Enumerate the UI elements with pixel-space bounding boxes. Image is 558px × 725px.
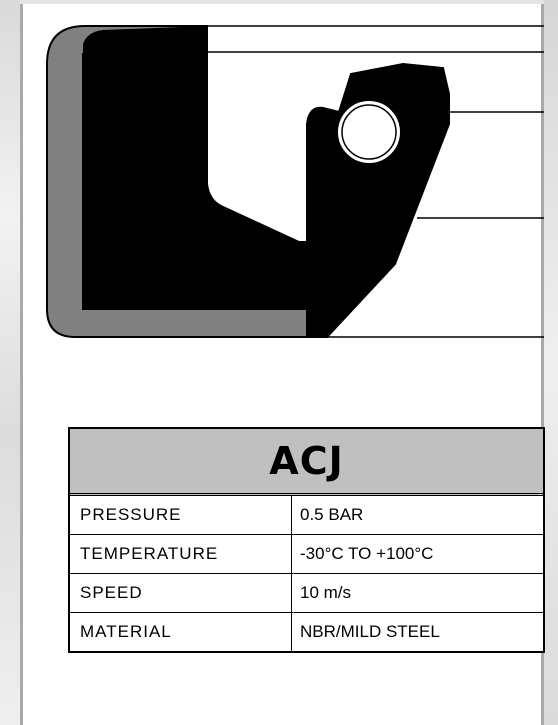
spec-value: NBR/MILD STEEL bbox=[300, 622, 440, 641]
spec-value: 0.5 BAR bbox=[300, 505, 364, 524]
product-panel: ACJ PRESSURE 0.5 BAR TEMPERATURE -30°C T… bbox=[20, 4, 545, 725]
seal-cross-section-diagram bbox=[46, 25, 544, 338]
spec-label: PRESSURE bbox=[70, 496, 292, 534]
spec-row-temperature: TEMPERATURE -30°C TO +100°C bbox=[70, 535, 543, 574]
spec-table: ACJ PRESSURE 0.5 BAR TEMPERATURE -30°C T… bbox=[68, 427, 545, 653]
product-code-header: ACJ bbox=[70, 429, 543, 496]
background-right-strip bbox=[544, 0, 558, 725]
spec-row-pressure: PRESSURE 0.5 BAR bbox=[70, 496, 543, 535]
spec-row-speed: SPEED 10 m/s bbox=[70, 574, 543, 613]
spec-label: SPEED bbox=[70, 574, 292, 612]
background-left-strip bbox=[0, 0, 20, 725]
spec-label: TEMPERATURE bbox=[70, 535, 292, 573]
spec-label: MATERIAL bbox=[70, 613, 292, 651]
spec-value: -30°C TO +100°C bbox=[300, 544, 434, 563]
rubber-seal-top bbox=[83, 26, 207, 54]
garter-spring-inner bbox=[341, 104, 397, 160]
rubber-seal-body bbox=[82, 26, 450, 338]
spec-row-material: MATERIAL NBR/MILD STEEL bbox=[70, 613, 543, 651]
spec-value: 10 m/s bbox=[300, 583, 352, 602]
